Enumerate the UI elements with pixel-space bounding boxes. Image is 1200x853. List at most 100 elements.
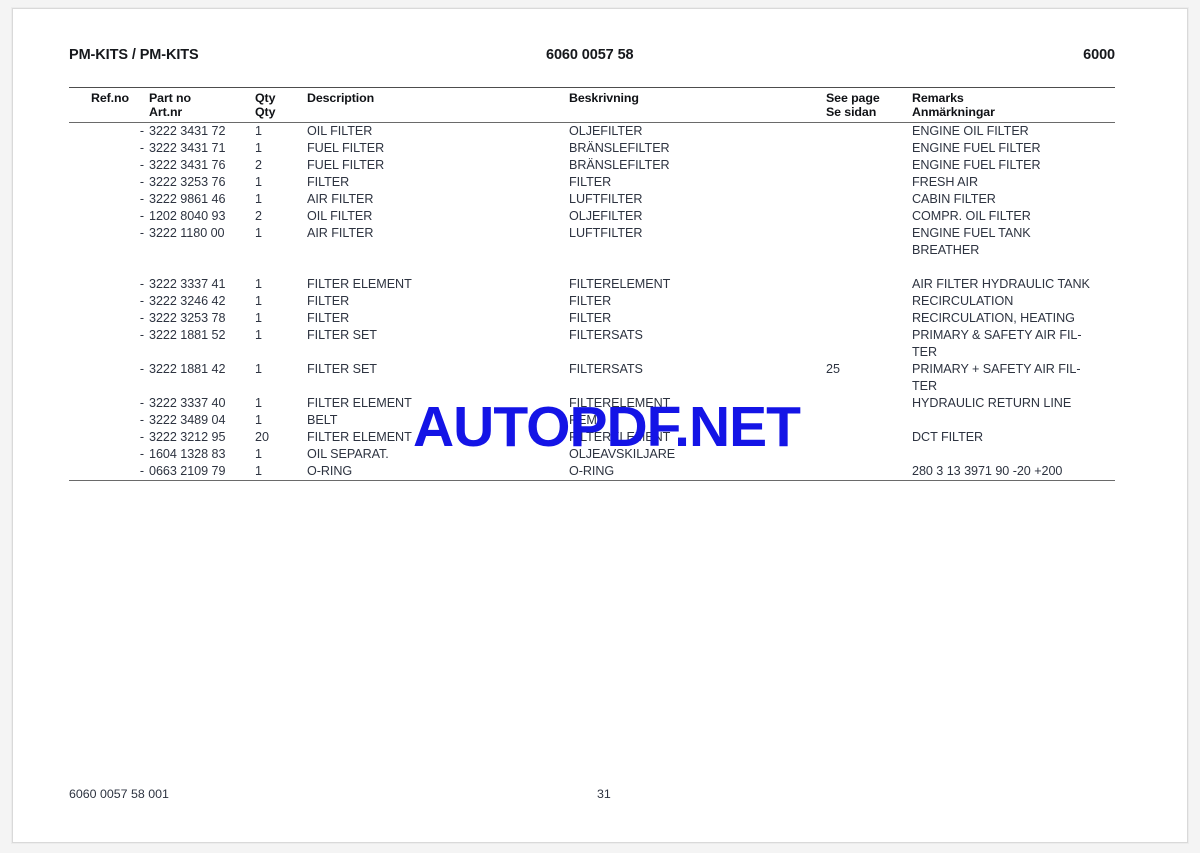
cell-description: FILTER ELEMENT (307, 430, 412, 444)
cell-see-page: 25 (826, 362, 840, 376)
col-header-beskrivning: Beskrivning (569, 91, 639, 105)
cell-description: FILTER SET (307, 362, 377, 376)
cell-description: FUEL FILTER (307, 141, 385, 155)
cell-part-no: 3222 3212 95 (149, 430, 226, 444)
table-row: TER (69, 344, 1115, 361)
table-header-row: Ref.no Part no Art.nr Qty Qty Descriptio… (69, 88, 1115, 122)
cell-ref-no: - (139, 158, 144, 172)
table-row: -3222 3253 78 1 FILTER FILTER RECIRCULATION,… (69, 310, 1115, 327)
cell-qty: 1 (255, 175, 262, 189)
table-row: -3222 3337 41 1 FILTER ELEMENT FILTERELEMEN… (69, 276, 1115, 293)
cell-remarks: ENGINE FUEL FILTER (912, 158, 1041, 172)
cell-part-no: 3222 3253 78 (149, 311, 226, 325)
col-header-description: Description (307, 91, 375, 105)
table-row: -1604 1328 83 1 OIL SEPARAT. OLJEAVSKILJARE (69, 446, 1115, 463)
cell-ref-no: - (139, 175, 144, 189)
cell-beskrivning: REM (569, 413, 597, 427)
cell-beskrivning: FILTERSATS (569, 362, 643, 376)
cell-beskrivning: O-RING (569, 464, 615, 478)
cell-ref-no: - (139, 328, 144, 342)
cell-qty: 1 (255, 226, 262, 240)
cell-beskrivning: OLJEFILTER (569, 124, 643, 138)
table-row: -3222 1881 42 1 FILTER SET FILTERSATS 25 PRIM… (69, 361, 1115, 378)
col-header-see-page: See page (826, 91, 880, 105)
cell-qty: 20 (255, 430, 269, 444)
cell-remarks: BREATHER (912, 243, 980, 257)
table-row: -3222 9861 46 1 AIR FILTER LUFTFILTER CABIN … (69, 191, 1115, 208)
col-header-art-nr: Art.nr (149, 105, 183, 119)
cell-part-no: 3222 3431 72 (149, 124, 226, 138)
table-row: BREATHER (69, 242, 1115, 259)
table-bottom-rule (69, 480, 1115, 481)
document-number: 6060 0057 58 (546, 47, 634, 63)
table-row: -3222 3431 76 2 FUEL FILTER BRÄNSLEFILTER EN… (69, 157, 1115, 174)
cell-qty: 1 (255, 141, 262, 155)
cell-qty: 1 (255, 294, 262, 308)
cell-description: FILTER (307, 294, 350, 308)
cell-description: OIL FILTER (307, 209, 373, 223)
col-header-remarks: Remarks (912, 91, 964, 105)
cell-ref-no: - (139, 226, 144, 240)
cell-remarks: CABIN FILTER (912, 192, 996, 206)
table-row: -3222 3246 42 1 FILTER FILTER RECIRCULATION (69, 293, 1115, 310)
cell-ref-no: - (139, 447, 144, 461)
footer-document-code: 6060 0057 58 001 (69, 787, 169, 801)
cell-description: OIL FILTER (307, 124, 373, 138)
cell-beskrivning: OLJEAVSKILJARE (569, 447, 676, 461)
cell-beskrivning: FILTERSATS (569, 328, 643, 342)
cell-part-no: 3222 3337 40 (149, 396, 226, 410)
cell-part-no: 3222 3337 41 (149, 277, 226, 291)
cell-remarks: HYDRAULIC RETURN LINE (912, 396, 1072, 410)
cell-remarks: TER (912, 379, 938, 393)
cell-remarks: PRIMARY & SAFETY AIR FIL- (912, 328, 1082, 342)
cell-part-no: 3222 1881 42 (149, 362, 226, 376)
cell-qty: 1 (255, 311, 262, 325)
cell-description: O-RING (307, 464, 353, 478)
table-row: -3222 3431 71 1 FUEL FILTER BRÄNSLEFILTER EN… (69, 140, 1115, 157)
cell-part-no: 3222 3431 76 (149, 158, 226, 172)
cell-beskrivning: FILTERELEMENT (569, 396, 671, 410)
cell-remarks: ENGINE FUEL TANK (912, 226, 1031, 240)
cell-description: AIR FILTER (307, 226, 374, 240)
cell-remarks: ENGINE OIL FILTER (912, 124, 1029, 138)
cell-beskrivning: OLJEFILTER (569, 209, 643, 223)
cell-description: AIR FILTER (307, 192, 374, 206)
page-header: PM-KITS / PM-KITS 6060 0057 58 6000 (69, 47, 1115, 71)
group-number: 6000 (1083, 47, 1115, 63)
cell-description: FILTER ELEMENT (307, 396, 412, 410)
cell-part-no: 3222 3253 76 (149, 175, 226, 189)
cell-qty: 1 (255, 328, 262, 342)
cell-qty: 1 (255, 396, 262, 410)
section-title: PM-KITS / PM-KITS (69, 47, 199, 63)
cell-qty: 1 (255, 447, 262, 461)
cell-description: FILTER (307, 311, 350, 325)
cell-remarks: RECIRCULATION, HEATING (912, 311, 1075, 325)
cell-qty: 1 (255, 277, 262, 291)
cell-ref-no: - (139, 277, 144, 291)
cell-remarks: RECIRCULATION (912, 294, 1014, 308)
table-body: - 3222 3431 72 1 OIL FILTER OLJEFILTER ENGINE… (69, 123, 1115, 480)
col-header-part-no: Part no (149, 91, 191, 105)
cell-remarks: DCT FILTER (912, 430, 984, 444)
document-viewport: PM-KITS / PM-KITS 6060 0057 58 6000 Ref.… (0, 0, 1200, 853)
cell-ref-no: - (139, 430, 144, 444)
cell-part-no: 3222 3246 42 (149, 294, 226, 308)
cell-beskrivning: FILTER (569, 294, 612, 308)
cell-ref-no: - (139, 192, 144, 206)
cell-qty: 1 (255, 192, 262, 206)
cell-beskrivning: FILTERELEMENT (569, 277, 671, 291)
cell-remarks: COMPR. OIL FILTER (912, 209, 1031, 223)
cell-qty: 1 (255, 464, 262, 478)
cell-ref-no: - (139, 209, 144, 223)
cell-remarks: FRESH AIR (912, 175, 979, 189)
table-row: -3222 1881 52 1 FILTER SET FILTERSATS PRIMAR… (69, 327, 1115, 344)
table-row: -3222 3431 72 1 OIL FILTER OLJEFILTER ENGINE… (69, 123, 1115, 140)
cell-qty: 2 (255, 158, 262, 172)
cell-part-no: 3222 1881 52 (149, 328, 226, 342)
cell-beskrivning: BRÄNSLEFILTER (569, 158, 670, 172)
cell-part-no: 3222 9861 46 (149, 192, 226, 206)
cell-qty: 1 (255, 413, 262, 427)
col-header-se-sidan: Se sidan (826, 105, 877, 119)
cell-part-no: 1604 1328 83 (149, 447, 226, 461)
cell-description: FILTER (307, 175, 350, 189)
